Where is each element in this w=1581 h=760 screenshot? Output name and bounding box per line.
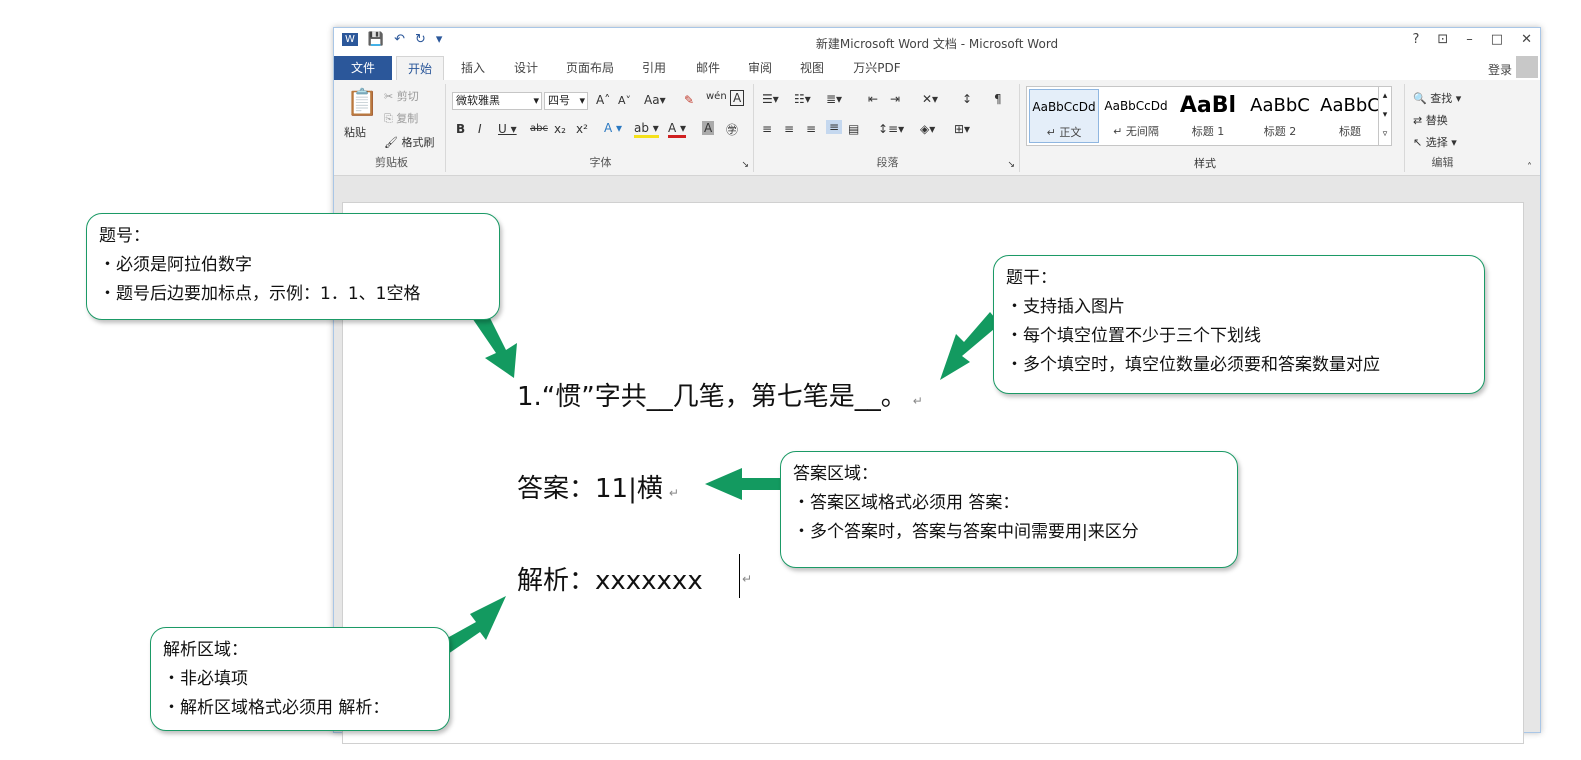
callout-question-number: 题号： ・必须是阿拉伯数字 ・题号后边要加标点，示例：1．1、1空格	[86, 213, 500, 320]
callout-item: ・题号后边要加标点，示例：1．1、1空格	[99, 284, 421, 304]
callout-item: ・支持插入图片	[1006, 297, 1125, 317]
callout-title: 题干：	[1006, 268, 1057, 288]
callout-item: ・多个答案时，答案与答案中间需要用|来区分	[793, 522, 1139, 542]
callout-item: ・必须是阿拉伯数字	[99, 255, 252, 275]
callout-item: ・非必填项	[163, 669, 248, 689]
callout-item: ・每个填空位置不少于三个下划线	[1006, 326, 1261, 346]
arrow-daan	[705, 468, 790, 500]
callout-item: ・解析区域格式必须用 解析：	[163, 698, 390, 718]
callout-title: 答案区域：	[793, 464, 878, 484]
callout-item: ・答案区域格式必须用 答案：	[793, 493, 1020, 513]
callout-title: 题号：	[99, 226, 150, 246]
arrow-tigan	[940, 312, 1000, 380]
callout-answer-area: 答案区域： ・答案区域格式必须用 答案： ・多个答案时，答案与答案中间需要用|来…	[780, 451, 1238, 568]
callout-question-stem: 题干： ・支持插入图片 ・每个填空位置不少于三个下划线 ・多个填空时，填空位数量…	[993, 255, 1485, 394]
callout-item: ・多个填空时，填空位数量必须要和答案数量对应	[1006, 355, 1380, 375]
callout-title: 解析区域：	[163, 640, 248, 660]
callout-analysis-area: 解析区域： ・非必填项 ・解析区域格式必须用 解析：	[150, 627, 450, 731]
